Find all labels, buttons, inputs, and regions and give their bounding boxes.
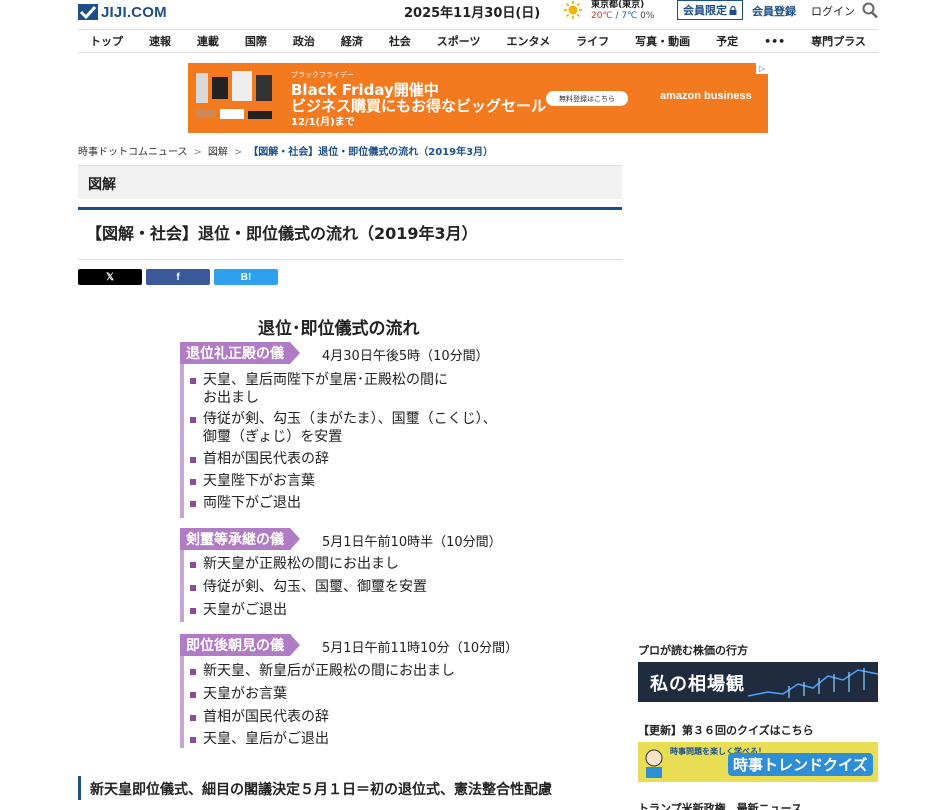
nav-item-more[interactable]: •••	[764, 35, 785, 48]
related-bar	[78, 776, 81, 800]
breadcrumb-home[interactable]: 時事ドットコムニュース	[78, 147, 188, 158]
share-facebook-button[interactable]: f	[146, 269, 210, 285]
breadcrumb-current: 【図解・社会】退位・即位儀式の流れ（2019年3月）	[248, 147, 494, 158]
nav-item-top[interactable]: トップ	[90, 33, 123, 49]
nav-item-breaking[interactable]: 速報	[149, 33, 171, 49]
category-title: 図解	[88, 177, 116, 193]
share-x-button[interactable]: 𝕏	[78, 269, 142, 285]
nav-item-politics[interactable]: 政治	[293, 33, 315, 49]
logo-check-icon	[78, 4, 98, 20]
register-link[interactable]: 会員登録	[752, 3, 796, 19]
section-label: 退位礼正殿の儀	[180, 342, 300, 364]
nav-item-photo-video[interactable]: 写真・動画	[635, 33, 690, 49]
list-item: 天皇、皇后両陛下が皇居･正殿松の間に お出まし	[190, 371, 448, 407]
section-label: 即位後朝見の儀	[180, 634, 300, 656]
page: JIJI.COM 2025年11月30日(日) 東京都(東京) 20℃ / 7℃…	[0, 0, 948, 810]
adchoices-icon[interactable]: ▷	[756, 63, 768, 74]
ad-banner[interactable]: ブラックフライデー Black Friday開催中 ビジネス購買にもお得なビッグ…	[188, 63, 768, 133]
market-view-banner[interactable]: 私の相場観	[638, 662, 878, 702]
infographic: 退位･即位儀式の流れ 退位礼正殿の儀 4月30日午後5時（10分間） 天皇、皇后…	[180, 308, 520, 748]
list-item: 侍従が剣、勾玉、国璽、御璽を安置	[190, 578, 427, 596]
rain-chance: 0%	[640, 11, 655, 21]
temp-sep: /	[615, 11, 619, 21]
list-item: 侍従が剣、勾玉（まがたま）、国璽（こくじ）、 御璽（ぎょじ）を安置	[190, 410, 497, 446]
ad-brand-logo: amazon business	[660, 90, 752, 102]
related-article-link[interactable]: 新天皇即位儀式、細目の閣議決定５月１日＝初の退位式、憲法整合性配慮	[90, 779, 552, 799]
breadcrumb-sep: >	[233, 147, 243, 158]
ad-products-image	[196, 71, 272, 119]
login-link[interactable]: ログイン	[811, 3, 855, 19]
nav-item-pro-plus[interactable]: 専門プラス	[811, 33, 866, 49]
market-view-title: 私の相場観	[650, 674, 745, 695]
nav-item-international[interactable]: 国際	[245, 33, 267, 49]
sidebar-heading-stocks[interactable]: プロが読む株価の行方	[638, 642, 748, 658]
main-nav: トップ 速報 連載 国際 政治 経済 社会 スポーツ エンタメ ライフ 写真・動…	[78, 29, 878, 53]
quiz-title: 時事トレンドクイズ	[728, 753, 873, 776]
section-bar	[180, 344, 184, 518]
temp-low: 7℃	[621, 11, 638, 21]
sidebar-heading-quiz[interactable]: 【更新】第３６回のクイズはこちら	[638, 722, 814, 738]
section-time: 5月1日午前11時10分（10分間）	[322, 641, 519, 656]
lock-icon	[729, 5, 737, 15]
list-item: 天皇陛下がお言葉	[190, 472, 315, 490]
nav-item-society[interactable]: 社会	[389, 33, 411, 49]
list-item: 首相が国民代表の辞	[190, 708, 329, 726]
weather-city: 東京都(東京)	[591, 0, 645, 10]
trend-quiz-banner[interactable]: 時事問題を楽しく学べる！ 時事トレンドクイズ	[638, 742, 878, 782]
sun-icon	[564, 1, 582, 19]
list-item: 首相が国民代表の辞	[190, 450, 329, 468]
nav-item-economy[interactable]: 経済	[341, 33, 363, 49]
character-icon	[645, 749, 663, 778]
breadcrumb: 時事ドットコムニュース > 図解 > 【図解・社会】退位・即位儀式の流れ（2019年3月…	[78, 143, 493, 158]
hatena-icon: B!	[240, 271, 252, 283]
share-hatena-button[interactable]: B!	[214, 269, 278, 285]
list-item: 天皇がご退出	[190, 601, 287, 619]
category-header: 図解	[78, 165, 622, 199]
section-label: 剣璽等承継の儀	[180, 528, 300, 550]
temp-high: 20℃	[591, 11, 613, 21]
infographic-title: 退位･即位儀式の流れ	[258, 319, 420, 339]
section-time: 4月30日午後5時（10分間）	[322, 349, 489, 364]
nav-item-schedule[interactable]: 予定	[716, 33, 738, 49]
facebook-icon: f	[176, 271, 180, 283]
breadcrumb-section[interactable]: 図解	[208, 147, 228, 158]
ad-deadline: 12/1(月)まで	[291, 117, 355, 128]
section-time: 5月1日午前10時半（10分間）	[322, 535, 502, 550]
x-icon: 𝕏	[105, 271, 115, 283]
member-only-label: 会員限定	[683, 4, 727, 17]
logo-text: JIJI.COM	[101, 3, 167, 21]
search-icon[interactable]	[862, 2, 878, 19]
title-divider	[78, 207, 622, 210]
list-item: 両陛下がご退出	[190, 494, 301, 512]
list-item: 新天皇、新皇后が正殿松の間にお出まし	[190, 662, 455, 680]
nav-item-series[interactable]: 連載	[197, 33, 219, 49]
current-date: 2025年11月30日(日)	[404, 6, 541, 21]
list-item: 新天皇が正殿松の間にお出まし	[190, 555, 399, 573]
article-title: 【図解・社会】退位・即位儀式の流れ（2019年3月）	[86, 224, 478, 243]
list-item: 天皇がお言葉	[190, 685, 287, 703]
divider	[78, 259, 622, 260]
breadcrumb-sep: >	[193, 147, 202, 158]
nav-item-entertainment[interactable]: エンタメ	[507, 33, 551, 49]
nav-item-sports[interactable]: スポーツ	[437, 33, 481, 49]
ad-cta-button[interactable]: 無料登録はこちら	[546, 91, 628, 106]
list-item: 天皇、皇后がご退出	[190, 730, 329, 748]
member-only-button[interactable]: 会員限定	[677, 0, 743, 20]
sidebar-heading-trump[interactable]: トランプ米新政権 最新ニュース	[638, 800, 802, 810]
nav-item-life[interactable]: ライフ	[576, 33, 609, 49]
weather-widget[interactable]: 東京都(東京) 20℃ / 7℃ 0%	[563, 0, 654, 22]
site-logo[interactable]: JIJI.COM	[78, 2, 167, 22]
